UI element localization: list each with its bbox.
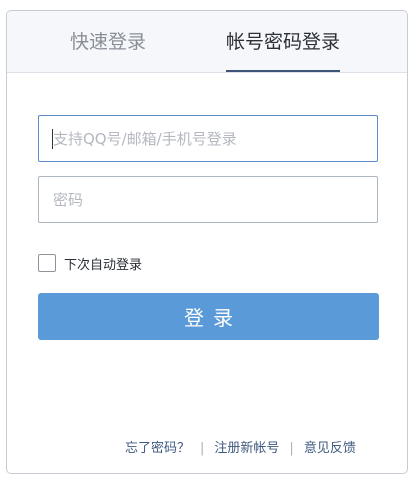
tab-password-login[interactable]: 帐号密码登录 xyxy=(226,29,340,55)
tab-quick-login[interactable]: 快速登录 xyxy=(70,29,146,55)
account-input[interactable] xyxy=(38,115,378,162)
separator: | xyxy=(200,441,205,456)
auto-login-checkbox[interactable] xyxy=(38,254,56,272)
active-tab-indicator xyxy=(226,70,340,72)
login-panel: 快速登录 帐号密码登录 下次自动登录 登录 忘了密码？ | 注册新帐号 | 意见反馈 xyxy=(6,10,408,474)
text-caret xyxy=(52,129,53,149)
auto-login-option[interactable]: 下次自动登录 xyxy=(38,253,142,273)
login-tabs: 快速登录 帐号密码登录 xyxy=(7,11,407,73)
login-button[interactable]: 登录 xyxy=(38,293,379,340)
feedback-link[interactable]: 意见反馈 xyxy=(304,441,356,456)
register-link[interactable]: 注册新帐号 xyxy=(214,441,279,456)
footer-links: 忘了密码？ | 注册新帐号 | 意见反馈 xyxy=(125,437,356,456)
forgot-password-link[interactable]: 忘了密码？ xyxy=(125,441,190,456)
password-input[interactable] xyxy=(38,176,378,223)
separator: | xyxy=(289,441,294,456)
auto-login-label: 下次自动登录 xyxy=(64,257,143,273)
